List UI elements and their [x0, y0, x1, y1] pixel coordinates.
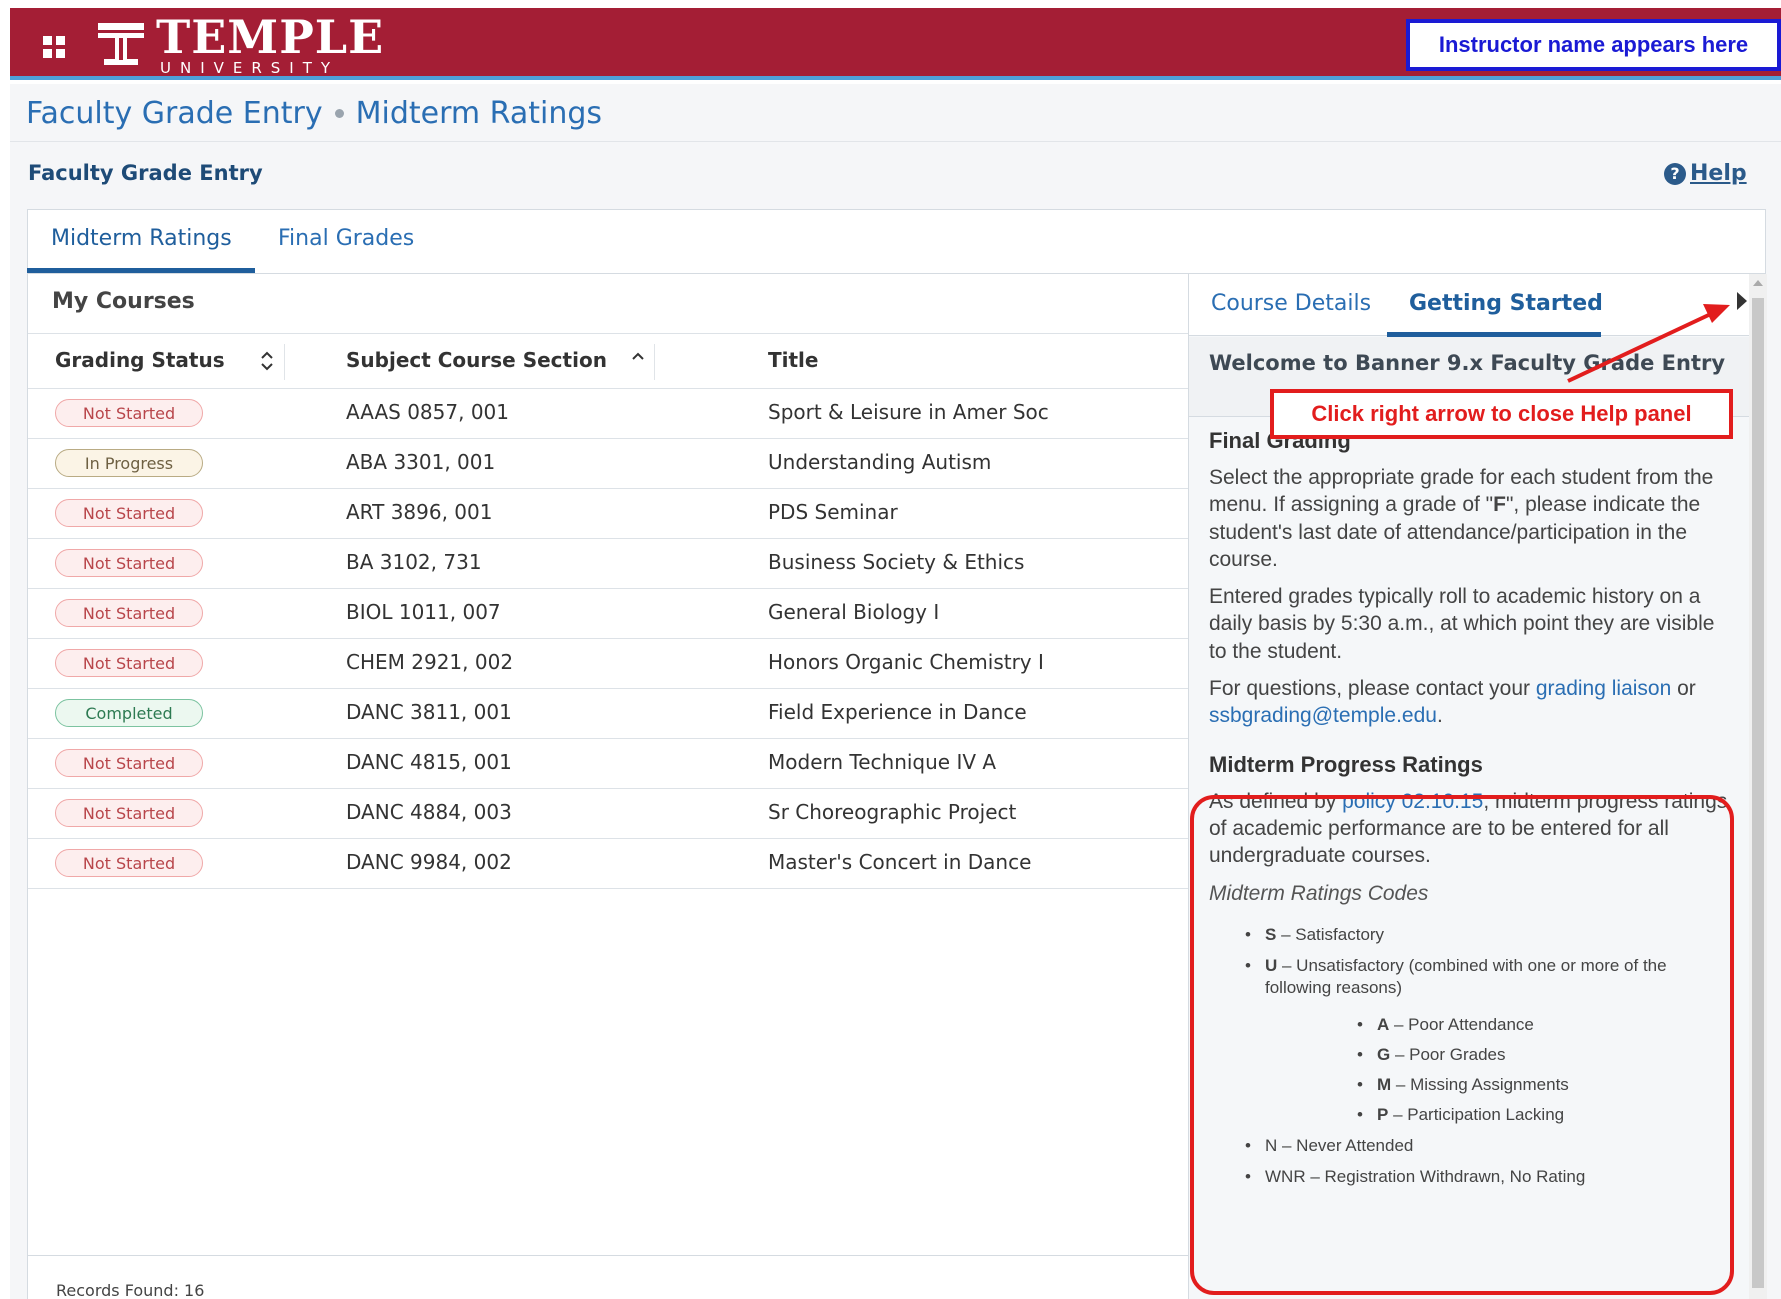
status-badge: Not Started	[55, 549, 203, 577]
sort-ascending-icon[interactable]	[631, 350, 645, 364]
status-badge: Not Started	[55, 499, 203, 527]
table-row[interactable]: Not Started DANC 4884, 003 Sr Choreograp…	[28, 789, 1188, 839]
ssbgrading-email-link[interactable]: ssbgrading@temple.edu	[1209, 704, 1437, 727]
grade-f: F	[1493, 493, 1506, 517]
table-row[interactable]: Not Started ART 3896, 001 PDS Seminar	[28, 489, 1188, 539]
course-title: Sport & Leisure in Amer Soc	[768, 400, 1049, 424]
left-margin	[0, 0, 10, 1299]
course-title: Understanding Autism	[768, 450, 992, 474]
course-section: DANC 4815, 001	[346, 750, 512, 774]
course-title: Sr Choreographic Project	[768, 800, 1017, 824]
active-tab-indicator	[27, 268, 255, 273]
grade-tabs: Midterm Ratings Final Grades	[27, 209, 1766, 274]
status-badge: Completed	[55, 699, 203, 727]
final-grading-instructions: Select the appropriate grade for each st…	[1209, 464, 1734, 573]
breadcrumb-midterm-ratings[interactable]: Midterm Ratings	[356, 96, 602, 131]
help-label: Help	[1690, 161, 1747, 186]
scrollbar-thumb[interactable]	[1752, 298, 1764, 1288]
help-link[interactable]: ? Help	[1664, 161, 1747, 186]
column-grading-status[interactable]: Grading Status	[55, 348, 225, 372]
course-section: DANC 3811, 001	[346, 700, 512, 724]
scroll-up-arrow-icon[interactable]	[1753, 280, 1763, 286]
contact-info: For questions, please contact your gradi…	[1209, 675, 1734, 730]
status-badge: Not Started	[55, 649, 203, 677]
help-panel-scrollbar[interactable]	[1749, 274, 1767, 1299]
table-row[interactable]: Not Started CHEM 2921, 002 Honors Organi…	[28, 639, 1188, 689]
logo-subtitle: UNIVERSITY	[160, 59, 340, 77]
instructor-name-callout: Instructor name appears here	[1406, 19, 1781, 71]
tab-midterm-ratings[interactable]: Midterm Ratings	[51, 226, 232, 251]
annotation-callout: Click right arrow to close Help panel	[1270, 389, 1733, 439]
table-row[interactable]: In Progress ABA 3301, 001 Understanding …	[28, 439, 1188, 489]
column-divider	[654, 344, 655, 380]
records-found: Records Found: 16	[56, 1281, 205, 1299]
tab-course-details[interactable]: Course Details	[1211, 291, 1371, 316]
course-section: BA 3102, 731	[346, 550, 482, 574]
table-row[interactable]: Not Started BA 3102, 731 Business Societ…	[28, 539, 1188, 589]
help-panel-tabs: Course Details Getting Started	[1189, 274, 1749, 337]
tab-final-grades[interactable]: Final Grades	[278, 226, 414, 251]
contact-or: or	[1671, 677, 1696, 701]
status-badge: Not Started	[55, 799, 203, 827]
status-badge: Not Started	[55, 399, 203, 427]
question-circle-icon: ?	[1664, 162, 1686, 185]
course-title: Modern Technique IV A	[768, 750, 997, 774]
course-title: Honors Organic Chemistry I	[768, 650, 1044, 674]
app-grid-icon[interactable]	[43, 36, 67, 60]
temple-t-logo-icon	[98, 23, 144, 65]
contact-text: For questions, please contact your	[1209, 677, 1536, 701]
table-row[interactable]: Not Started AAAS 0857, 001 Sport & Leisu…	[28, 389, 1188, 439]
course-section: ART 3896, 001	[346, 500, 493, 524]
grade-roll-info: Entered grades typically roll to academi…	[1209, 585, 1715, 663]
table-row[interactable]: Completed DANC 3811, 001 Field Experienc…	[28, 689, 1188, 739]
page-title: Faculty Grade Entry	[28, 161, 263, 185]
course-section: ABA 3301, 001	[346, 450, 496, 474]
breadcrumb-bar: Faculty Grade Entry Midterm Ratings	[10, 84, 1781, 142]
tab-getting-started[interactable]: Getting Started	[1409, 291, 1603, 316]
courses-table-header: Grading Status Subject Course Section Ti…	[28, 333, 1188, 389]
temple-logo[interactable]: TEMPLE UNIVERSITY	[98, 10, 385, 77]
welcome-text: Welcome to Banner 9.x Faculty Grade Entr…	[1209, 351, 1726, 375]
courses-table-body: Not Started AAAS 0857, 001 Sport & Leisu…	[28, 389, 1188, 889]
top-margin	[0, 0, 1781, 8]
course-title: Field Experience in Dance	[768, 700, 1027, 724]
course-section: CHEM 2921, 002	[346, 650, 514, 674]
column-title[interactable]: Title	[768, 348, 818, 372]
status-badge: Not Started	[55, 599, 203, 627]
contact-period: .	[1436, 704, 1443, 728]
course-section: AAAS 0857, 001	[346, 400, 509, 424]
course-title: Master's Concert in Dance	[768, 850, 1032, 874]
my-courses-panel: My Courses Grading Status Subject Course…	[28, 275, 1188, 1299]
midterm-ratings-heading: Midterm Progress Ratings	[1209, 751, 1483, 777]
column-subject-course-section[interactable]: Subject Course Section	[346, 348, 607, 372]
course-section: DANC 4884, 003	[346, 800, 512, 824]
course-title: PDS Seminar	[768, 500, 898, 524]
status-badge: In Progress	[55, 449, 203, 477]
grading-liaison-link[interactable]: grading liaison	[1536, 677, 1671, 700]
my-courses-heading: My Courses	[52, 289, 195, 314]
table-row[interactable]: Not Started DANC 4815, 001 Modern Techni…	[28, 739, 1188, 789]
status-badge: Not Started	[55, 849, 203, 877]
status-badge: Not Started	[55, 749, 203, 777]
course-section: DANC 9984, 002	[346, 850, 512, 874]
table-row[interactable]: Not Started DANC 9984, 002 Master's Conc…	[28, 839, 1188, 889]
close-panel-right-arrow-icon[interactable]	[1737, 292, 1747, 310]
sort-both-icon[interactable]	[260, 350, 274, 372]
table-footer-divider	[28, 1255, 1188, 1256]
top-banner: TEMPLE UNIVERSITY Instructor name appear…	[10, 8, 1781, 80]
course-title: Business Society & Ethics	[768, 550, 1025, 574]
breadcrumb-faculty-grade-entry[interactable]: Faculty Grade Entry	[26, 96, 323, 131]
table-row[interactable]: Not Started BIOL 1011, 007 General Biolo…	[28, 589, 1188, 639]
logo-name: TEMPLE	[156, 10, 385, 64]
breadcrumb: Faculty Grade Entry Midterm Ratings	[26, 96, 602, 131]
course-section: BIOL 1011, 007	[346, 600, 501, 624]
annotation-highlight-oval	[1190, 795, 1734, 1295]
breadcrumb-separator-icon	[334, 109, 344, 118]
course-title: General Biology I	[768, 600, 940, 624]
column-divider	[284, 344, 285, 380]
